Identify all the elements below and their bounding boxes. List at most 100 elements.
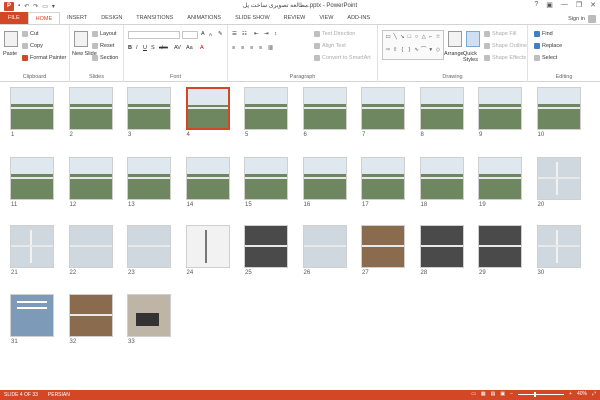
slide-thumbnail[interactable]: [244, 87, 288, 130]
copy-button[interactable]: Copy: [22, 43, 43, 49]
zoom-out-icon[interactable]: −: [510, 391, 513, 397]
help-icon[interactable]: ?: [534, 1, 538, 9]
slide-thumbnail[interactable]: [478, 157, 522, 200]
shape-outline-button[interactable]: Shape Outline: [484, 43, 527, 49]
ribbon-display-icon[interactable]: ▣: [546, 1, 553, 9]
redo-icon[interactable]: ↷: [33, 3, 38, 10]
text-direction-button[interactable]: Text Direction: [314, 31, 355, 37]
reset-button[interactable]: Reset: [92, 43, 114, 49]
shape-arrow-up-icon[interactable]: ⇧: [392, 46, 398, 58]
slide-thumbnail[interactable]: [244, 225, 288, 268]
slide-thumbnail[interactable]: [10, 294, 54, 337]
shape-arrow-icon[interactable]: ↘: [399, 33, 405, 45]
shrink-font-button[interactable]: A: [209, 32, 212, 37]
slide-thumbnail[interactable]: [361, 225, 405, 268]
slide-thumbnail[interactable]: [302, 87, 347, 130]
customize-icon[interactable]: ▾: [52, 3, 55, 10]
tab-insert[interactable]: INSERT: [60, 12, 94, 24]
tab-home[interactable]: HOME: [27, 12, 61, 24]
format-painter-button[interactable]: Format Painter: [22, 55, 66, 61]
shape-triangle-icon[interactable]: △: [421, 33, 427, 45]
paste-icon[interactable]: [4, 31, 18, 47]
zoom-slider-thumb[interactable]: [534, 391, 537, 397]
select-button[interactable]: Select: [534, 55, 557, 61]
slide-thumbnail[interactable]: [10, 225, 54, 268]
sign-in-link[interactable]: Sign in: [568, 16, 585, 22]
shape-curve-icon[interactable]: ⌒: [421, 46, 427, 58]
restore-button[interactable]: ❐: [576, 1, 582, 9]
tab-review[interactable]: REVIEW: [277, 12, 313, 24]
start-presentation-icon[interactable]: ▭: [42, 3, 48, 10]
change-case-button[interactable]: Aa: [186, 45, 193, 51]
shape-bracket-icon[interactable]: ⌐: [428, 33, 434, 45]
shape-effects-button[interactable]: Shape Effects: [484, 55, 526, 61]
shape-diamond-icon[interactable]: ◇: [435, 46, 441, 58]
shape-brace-icon[interactable]: {: [399, 46, 405, 58]
shape-rect-icon[interactable]: □: [406, 33, 412, 45]
slide-thumbnail[interactable]: [68, 87, 113, 130]
shape-brace-close-icon[interactable]: }: [406, 46, 412, 58]
shape-more-icon[interactable]: ▾: [428, 46, 434, 58]
quick-styles-icon[interactable]: [466, 31, 480, 47]
font-color-icon[interactable]: A: [200, 45, 204, 51]
tab-file[interactable]: FILE: [0, 12, 28, 24]
font-name-combo[interactable]: [128, 31, 180, 39]
shape-textbox-icon[interactable]: ▭: [385, 33, 391, 45]
slideshow-view-icon[interactable]: ▣: [500, 391, 505, 397]
align-right-icon[interactable]: ≡: [250, 45, 253, 51]
align-left-icon[interactable]: ≡: [232, 45, 235, 51]
shape-star-icon[interactable]: ☆: [435, 33, 441, 45]
arrange-icon[interactable]: [448, 31, 462, 47]
slide-thumbnail[interactable]: [185, 225, 230, 268]
fit-to-window-icon[interactable]: ⤢: [592, 391, 596, 397]
shape-arrow-right-icon[interactable]: ⇨: [385, 46, 391, 58]
justify-icon[interactable]: ≡: [259, 45, 262, 51]
tab-design[interactable]: DESIGN: [94, 12, 129, 24]
align-center-icon[interactable]: ≡: [241, 45, 244, 51]
bold-button[interactable]: B: [128, 45, 132, 51]
strikethrough-button[interactable]: abc: [159, 45, 168, 51]
slide-thumbnail[interactable]: [68, 294, 113, 337]
arrange-button[interactable]: Arrange: [444, 51, 464, 57]
line-spacing-icon[interactable]: ↕: [274, 31, 277, 37]
shape-oval-icon[interactable]: ○: [414, 33, 420, 45]
slide-thumbnail[interactable]: [127, 294, 171, 337]
slide-thumbnail[interactable]: [361, 157, 405, 200]
underline-button[interactable]: U: [143, 45, 147, 51]
slide-thumbnail[interactable]: [10, 87, 54, 130]
align-text-button[interactable]: Align Text: [314, 43, 346, 49]
zoom-slider[interactable]: [518, 391, 565, 397]
shape-fill-button[interactable]: Shape Fill: [484, 31, 516, 37]
slide-thumbnail[interactable]: [302, 157, 347, 200]
slide-thumbnail[interactable]: [302, 225, 347, 268]
numbering-icon[interactable]: ☷: [242, 31, 247, 37]
grow-font-button[interactable]: A: [201, 31, 205, 37]
section-button[interactable]: Section: [92, 55, 118, 61]
slide-thumbnail[interactable]: [478, 225, 522, 268]
new-slide-icon[interactable]: [74, 31, 88, 47]
undo-icon[interactable]: ↶: [24, 3, 29, 10]
slide-thumbnail[interactable]: [361, 87, 405, 130]
paste-button[interactable]: Paste: [3, 51, 17, 57]
slide-thumbnail[interactable]: [10, 157, 54, 200]
layout-button[interactable]: Layout: [92, 31, 117, 37]
normal-view-icon[interactable]: ▭: [471, 391, 476, 397]
reading-view-icon[interactable]: ▤: [491, 391, 496, 397]
slide-thumbnail[interactable]: [536, 87, 581, 130]
clear-formatting-icon[interactable]: ✎: [218, 31, 223, 37]
slide-thumbnail[interactable]: [68, 225, 113, 268]
tab-transitions[interactable]: TRANSITIONS: [129, 12, 180, 24]
language-indicator[interactable]: PERSIAN: [48, 392, 70, 398]
slide-thumbnail[interactable]: [536, 157, 581, 200]
slide-thumbnail[interactable]: [536, 225, 581, 268]
slide-thumbnail[interactable]: [185, 87, 230, 130]
save-icon[interactable]: ▪: [18, 3, 20, 9]
close-button[interactable]: ✕: [590, 1, 596, 9]
shapes-gallery[interactable]: ▭ ╲ ↘ □ ○ △ ⌐ ☆ ⇨ ⇧ { } ∿ ⌒ ▾ ◇: [382, 30, 444, 60]
zoom-level[interactable]: 40%: [577, 391, 587, 397]
convert-smartart-button[interactable]: Convert to SmartArt: [314, 55, 371, 61]
slide-thumbnail[interactable]: [478, 87, 522, 130]
shape-wave-icon[interactable]: ∿: [414, 46, 420, 58]
character-spacing-icon[interactable]: AV: [174, 45, 181, 51]
tab-slide-show[interactable]: SLIDE SHOW: [228, 12, 277, 24]
